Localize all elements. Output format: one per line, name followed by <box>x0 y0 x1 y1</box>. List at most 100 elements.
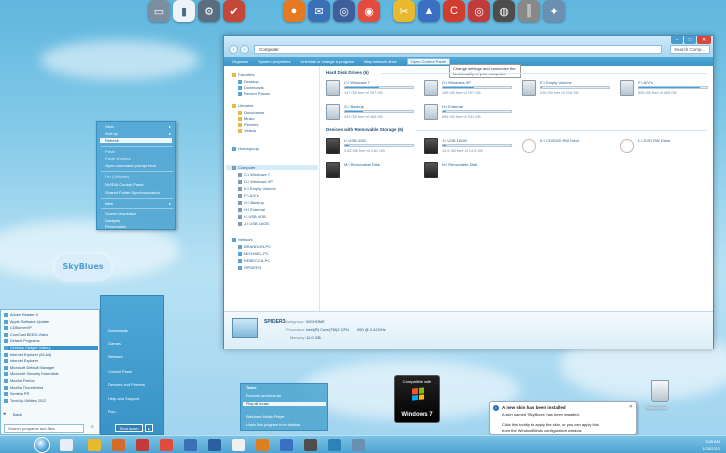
tasks-icon[interactable]: ✔ <box>223 0 245 22</box>
ccleaner-icon[interactable]: C <box>443 0 465 22</box>
tools-icon[interactable]: ✂ <box>393 0 415 22</box>
program-item[interactable]: Apple Software Update <box>4 319 49 324</box>
folder-taskbar-icon[interactable] <box>88 439 101 451</box>
menu-screen-resolution[interactable]: Screen resolution <box>105 211 136 216</box>
media-taskbar-icon[interactable] <box>136 439 149 451</box>
nav-drive[interactable]: D:\ Windows XP <box>238 179 273 184</box>
shutdown-button[interactable]: Shut down <box>115 424 143 432</box>
music-icon[interactable]: ◍ <box>493 0 515 22</box>
minimize-icon[interactable]: – <box>671 36 683 44</box>
app-taskbar-icon[interactable] <box>328 439 341 451</box>
back-button[interactable]: Back <box>13 412 22 417</box>
nav-pc[interactable]: SPIDER3 <box>238 265 261 270</box>
documents-icon[interactable]: ▮ <box>173 0 195 22</box>
nav-pc[interactable]: BRANDON-PC <box>238 244 271 249</box>
menu-pin[interactable]: Pin (Ultimate) <box>105 174 129 179</box>
start-help[interactable]: Help and Support <box>108 396 139 401</box>
menu-sort-by[interactable]: Sort by <box>105 131 118 136</box>
firefox-icon[interactable]: ● <box>283 0 305 22</box>
start-devices[interactable]: Devices and Printers <box>108 382 145 387</box>
nav-computer[interactable]: Computer <box>226 165 318 170</box>
jump-unpin[interactable]: Unpin this program from taskbar <box>246 423 300 427</box>
start-control-panel[interactable]: Control Panel <box>108 369 132 374</box>
drive-tile[interactable]: I:\ USB 4GB 3.82 GB free of 3.62 GB <box>326 136 416 158</box>
wmp-taskbar-icon[interactable] <box>280 439 293 451</box>
program-item[interactable]: Sentela PR <box>4 392 29 397</box>
vlc-taskbar-icon[interactable] <box>256 439 269 451</box>
equalizer-icon[interactable]: ║ <box>518 0 540 22</box>
menu-paste[interactable]: Paste <box>105 149 115 154</box>
chrome-taskbar-icon[interactable] <box>160 439 173 451</box>
program-item[interactable]: Microsoft Security Essentials <box>4 372 59 377</box>
nav-homegroup[interactable]: Homegroup <box>232 146 259 151</box>
back-icon[interactable]: ‹ <box>229 45 238 54</box>
program-item[interactable]: Desktop Gadget Gallery <box>4 346 98 350</box>
nav-pc[interactable]: REBECCA-PC <box>238 258 270 263</box>
nav-item[interactable]: Downloads <box>238 85 264 90</box>
recycle-bin-icon[interactable] <box>651 380 669 402</box>
app-taskbar-icon[interactable] <box>184 439 197 451</box>
drive-tile[interactable]: D:\ Windows XP 159 GB free of 297 GB <box>424 78 514 100</box>
drive-tile[interactable]: E:\ Empty Volume 216 GB free of 216 GB <box>522 78 612 100</box>
app-taskbar-icon[interactable] <box>352 439 365 451</box>
system-properties-button[interactable]: System properties <box>258 59 290 64</box>
nav-drive[interactable]: G:\ Backup <box>238 200 264 205</box>
clock-time[interactable]: 3:05 AM <box>690 439 720 444</box>
menu-refresh[interactable]: Refresh <box>100 138 172 143</box>
menu-gadgets[interactable]: Gadgets <box>105 218 120 223</box>
uninstall-button[interactable]: Uninstall or change a program <box>300 59 354 64</box>
nav-drive[interactable]: F:\ A/V's <box>238 193 259 198</box>
hdd-group-header[interactable]: Hard Disk Drives (6) <box>326 70 369 75</box>
notification-balloon[interactable]: i ✕ A new skin has been installed A skin… <box>489 401 637 435</box>
menu-new[interactable]: New <box>105 201 113 206</box>
program-item[interactable]: CDBurnerXP <box>4 326 32 331</box>
nav-drive[interactable]: I:\ USB 4GB <box>238 214 266 219</box>
start-games[interactable]: Games <box>108 341 121 346</box>
program-item[interactable]: TuneUp Utilities 2012 <box>4 398 46 403</box>
program-item[interactable]: Internet Explorer <box>4 359 38 364</box>
map-drive-button[interactable]: Map network drive <box>364 59 397 64</box>
nav-item[interactable]: Recent Places <box>238 91 270 96</box>
nav-libraries[interactable]: Libraries <box>232 103 253 108</box>
nav-drive[interactable]: C:\ Windows 7 <box>238 172 270 177</box>
nav-item[interactable]: Pictures <box>238 122 258 127</box>
nav-pc[interactable]: MICHAEL-PC <box>238 251 269 256</box>
paint-taskbar-icon[interactable] <box>232 439 245 451</box>
start-search-input[interactable]: Search programs and files <box>4 424 84 433</box>
drive-tile[interactable]: G:\ Backup 343 GB free of 465 GB <box>326 102 416 124</box>
nav-drive[interactable]: J:\ USB 16GB <box>238 221 269 226</box>
program-item[interactable]: Mozilla Thunderbird <box>4 385 43 390</box>
forward-icon[interactable]: › <box>240 45 249 54</box>
drive-tile[interactable]: H:\ External 896 GB free of 931 GB <box>424 102 514 124</box>
program-item[interactable]: Adobe Reader X <box>4 313 38 317</box>
steam-taskbar-icon[interactable] <box>208 439 221 451</box>
drive-tile[interactable]: M:\ Removable Disk <box>326 160 416 182</box>
menu-personalize[interactable]: Personalize <box>105 224 126 229</box>
nav-item[interactable]: Videos <box>238 128 256 133</box>
jump-resume[interactable]: Resume previous list <box>246 394 281 398</box>
menu-paste-shortcut[interactable]: Paste shortcut <box>105 156 131 161</box>
nav-drive[interactable]: E:\ Empty Volume <box>238 186 276 191</box>
media-icon[interactable]: ▲ <box>418 0 440 22</box>
app-taskbar-icon[interactable] <box>304 439 317 451</box>
program-item[interactable]: Internet Explorer (64-bit) <box>4 352 51 357</box>
nav-item[interactable]: Desktop <box>238 79 259 84</box>
menu-command-prompt[interactable]: Open command prompt here <box>105 163 156 168</box>
globe-icon[interactable]: ◎ <box>333 0 355 22</box>
menu-nvidia[interactable]: NVIDIA Control Panel <box>105 182 143 187</box>
close-icon[interactable]: ✕ <box>697 36 711 44</box>
drive-tile[interactable]: L:\ DVD RW Drive <box>620 136 710 158</box>
drive-tile[interactable]: F:\ A/V's 605 GB free of 465 GB <box>620 78 710 100</box>
start-downloads[interactable]: Downloads <box>108 328 128 333</box>
control-panel-icon[interactable]: ⚙ <box>198 0 220 22</box>
drive-tile[interactable]: C:\ Windows 7 147 GB free of 297 GB <box>326 78 416 100</box>
menu-view[interactable]: View <box>105 124 114 129</box>
search-input[interactable]: Search Comp... <box>670 45 710 54</box>
explorer-taskbar-icon[interactable] <box>60 439 73 451</box>
nav-drive[interactable]: H:\ External <box>238 207 265 212</box>
program-item[interactable]: ComCast BEED-Video <box>4 332 48 337</box>
close-icon[interactable]: ✕ <box>629 404 633 410</box>
removable-group-header[interactable]: Devices with Removable Storage (6) <box>326 127 403 132</box>
drive-tile[interactable]: J:\ USB 16GB 14.9 GB free of 14.9 GB <box>424 136 514 158</box>
drive-tile[interactable]: K:\ CD/DVD RW Drive <box>522 136 612 158</box>
